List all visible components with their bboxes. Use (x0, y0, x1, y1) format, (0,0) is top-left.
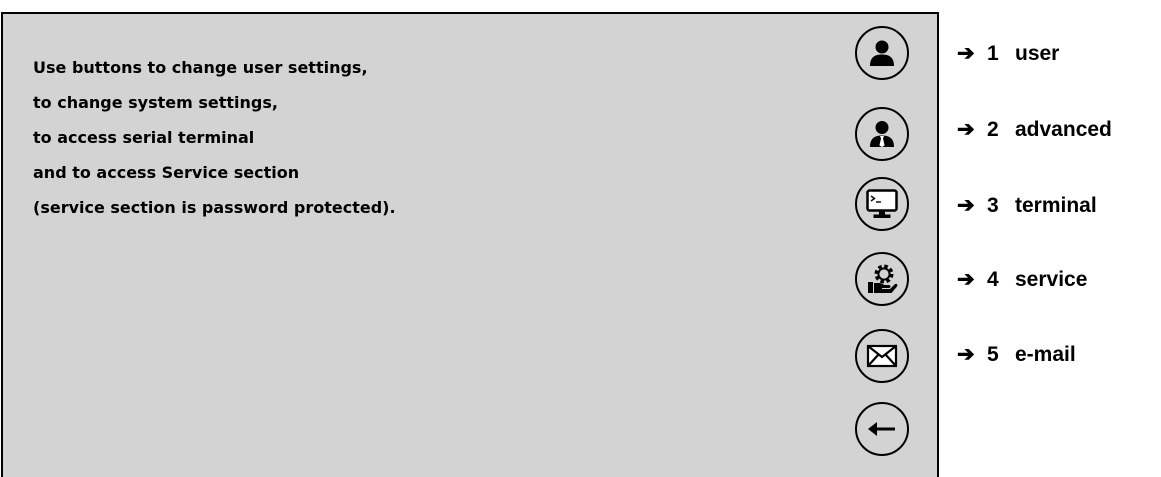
callout-4: ➔ 4 service (957, 267, 1087, 293)
right-arrow-icon: ➔ (957, 42, 975, 65)
callout-number: 5 (987, 343, 999, 366)
callout-number: 4 (987, 268, 999, 291)
back-arrow-icon (868, 422, 895, 436)
callout-label: advanced (1015, 118, 1112, 141)
right-arrow-icon: ➔ (957, 194, 975, 217)
callout-label: e-mail (1015, 343, 1076, 366)
advanced-settings-button[interactable] (855, 107, 909, 161)
back-button[interactable] (855, 402, 909, 456)
callout-3: ➔ 3 terminal (957, 193, 1097, 219)
service-icon (868, 264, 898, 293)
service-button[interactable] (855, 252, 909, 306)
advanced-user-icon (870, 121, 894, 147)
email-button[interactable] (855, 329, 909, 383)
callout-label: user (1015, 42, 1060, 65)
instruction-line-2: to change system settings, (33, 93, 278, 112)
instruction-line-1: Use buttons to change user settings, (33, 58, 368, 77)
instruction-line-3: to access serial terminal (33, 128, 255, 147)
right-arrow-icon: ➔ (957, 343, 975, 366)
terminal-button[interactable] (855, 177, 909, 231)
email-icon (866, 344, 898, 368)
user-icon (870, 40, 894, 66)
callout-5: ➔ 5 e-mail (957, 342, 1076, 368)
callout-label: service (1015, 268, 1088, 291)
callout-number: 1 (987, 42, 999, 65)
device-screen: Use buttons to change user settings, to … (1, 12, 939, 477)
callout-label: terminal (1015, 194, 1097, 217)
instruction-line-4: and to access Service section (33, 163, 300, 182)
user-settings-button[interactable] (855, 26, 909, 80)
callout-1: ➔ 1 user (957, 41, 1059, 67)
instruction-text: Use buttons to change user settings, to … (33, 58, 396, 233)
terminal-icon (866, 189, 898, 218)
callout-number: 2 (987, 118, 999, 141)
callout-number: 3 (987, 194, 999, 217)
right-arrow-icon: ➔ (957, 268, 975, 291)
callout-2: ➔ 2 advanced (957, 117, 1112, 143)
right-arrow-icon: ➔ (957, 118, 975, 141)
instruction-line-5: (service section is password protected). (33, 198, 396, 217)
